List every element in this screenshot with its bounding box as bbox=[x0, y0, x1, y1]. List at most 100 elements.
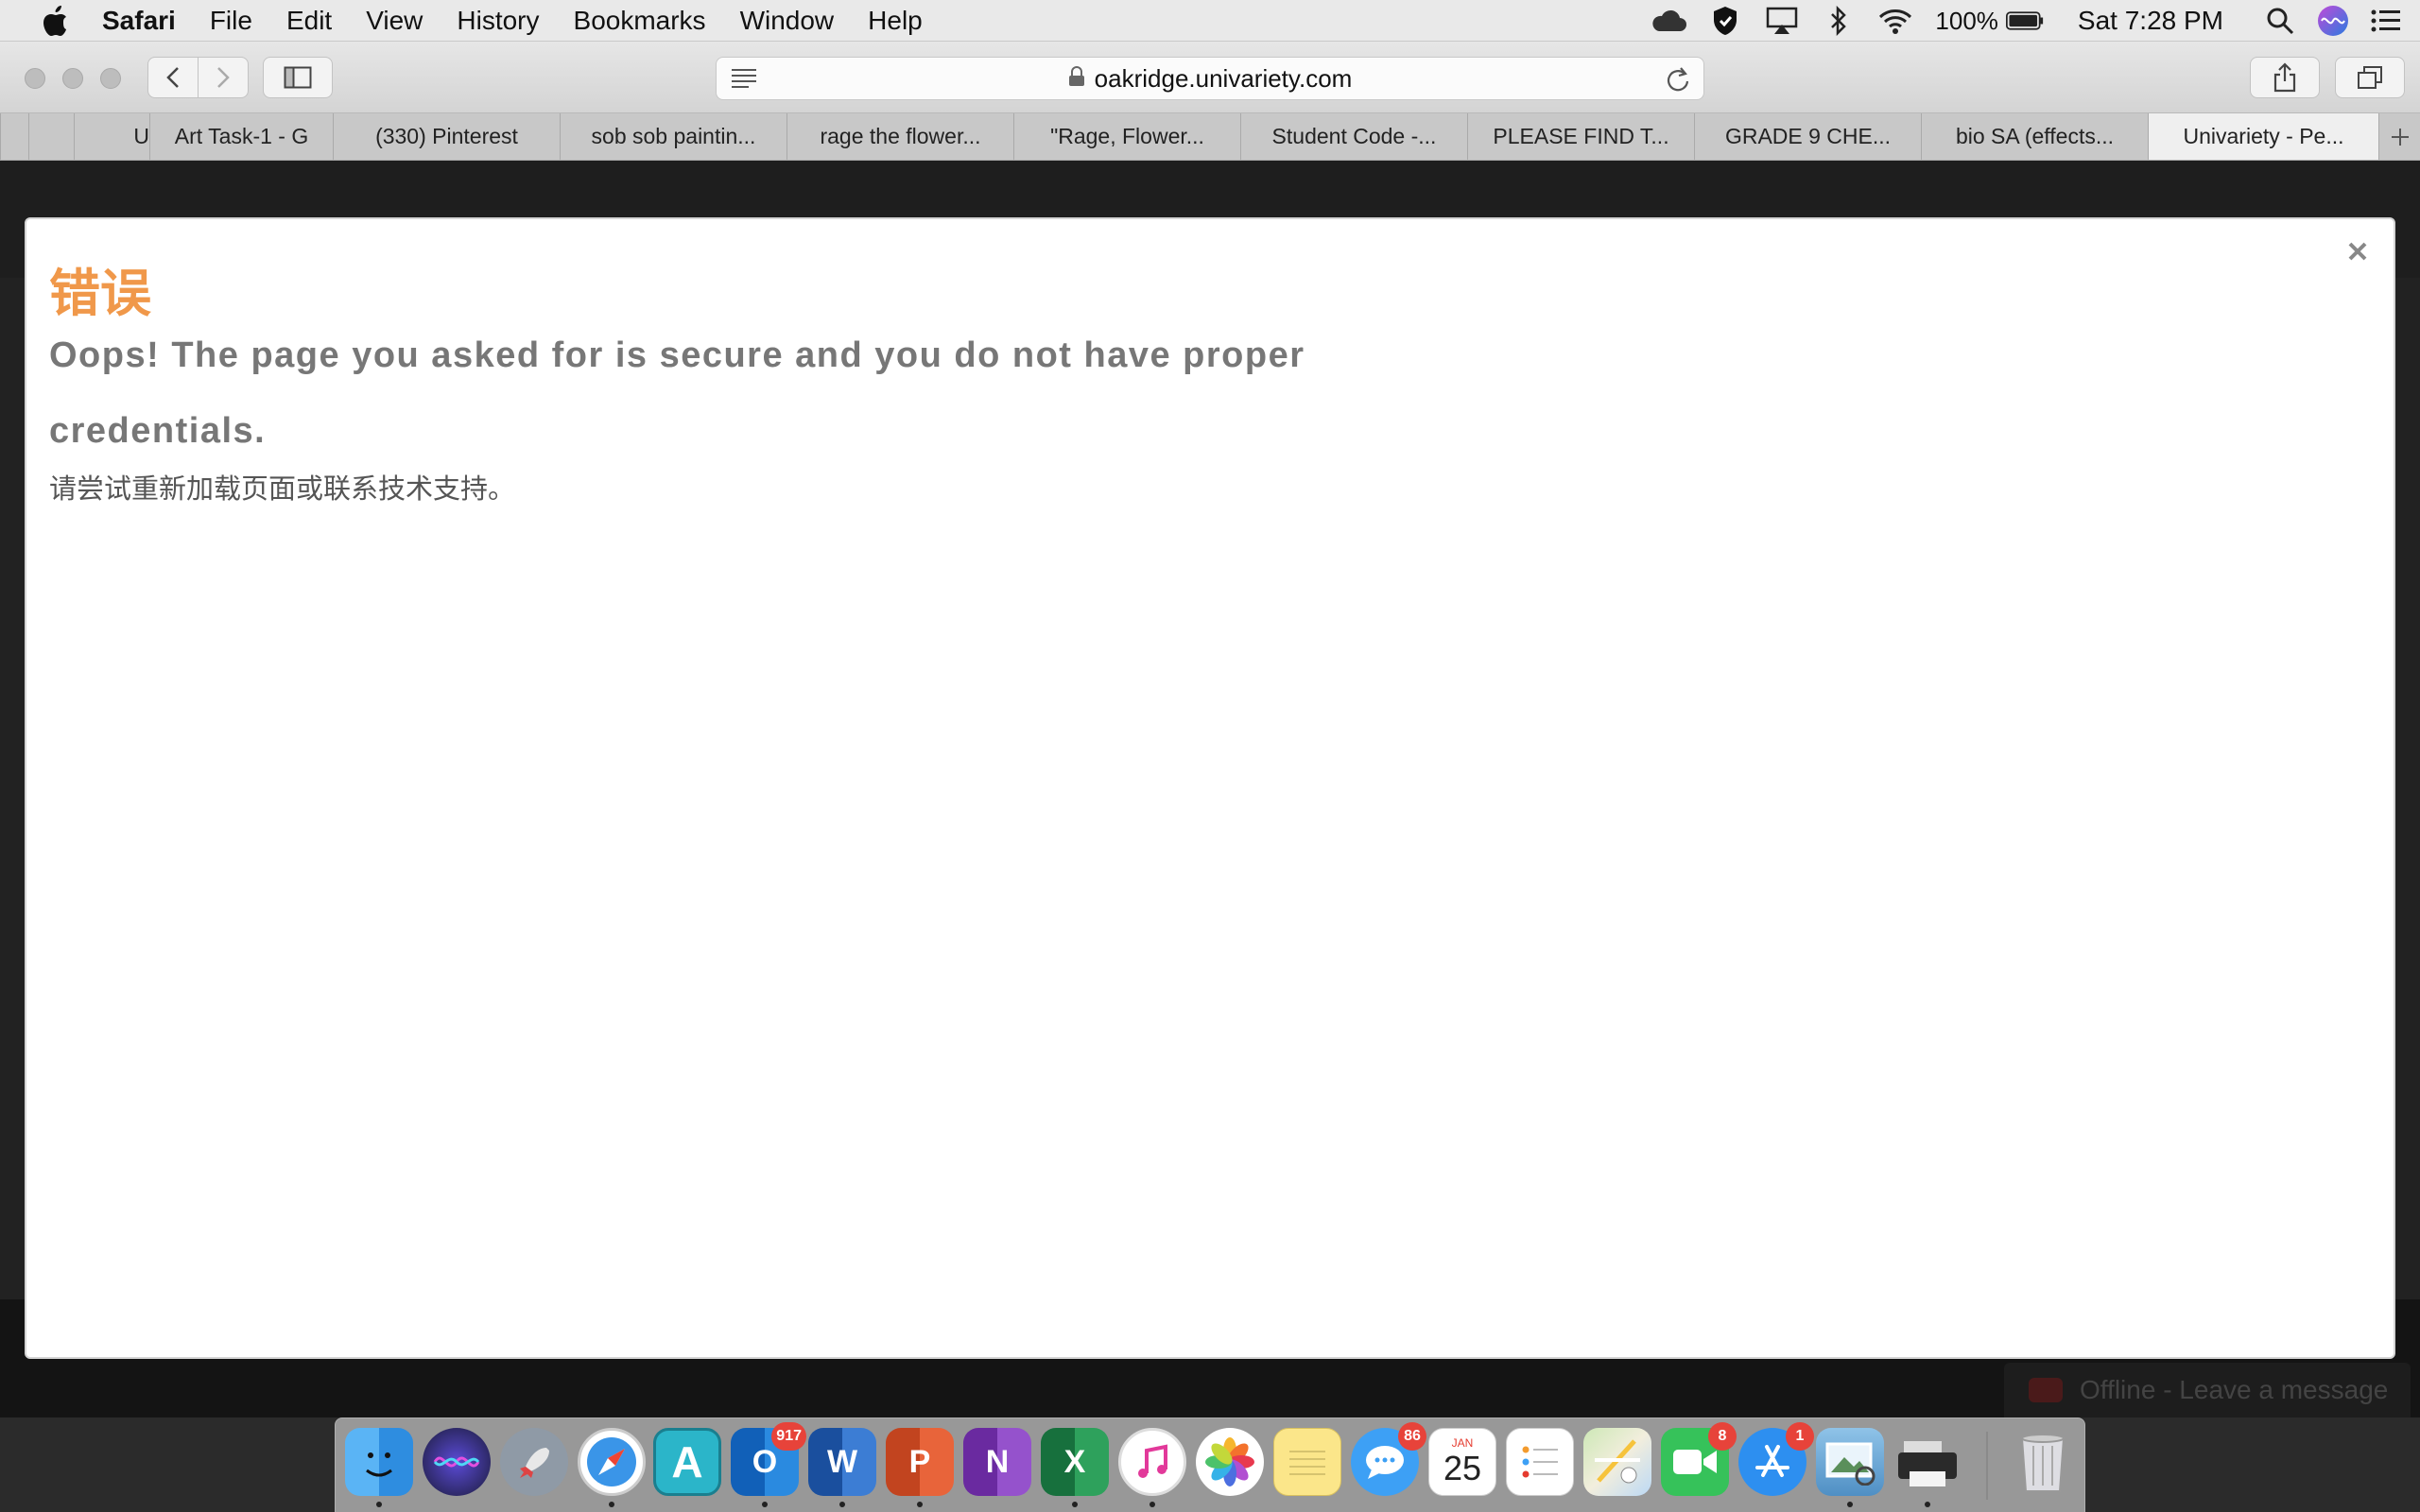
calendar-day: 25 bbox=[1443, 1449, 1482, 1487]
tab-label: PLEASE FIND T... bbox=[1493, 124, 1669, 148]
window-minimize-button[interactable] bbox=[62, 68, 83, 89]
tab-4[interactable]: rage the flower... bbox=[786, 113, 1013, 160]
menu-help[interactable]: Help bbox=[868, 6, 923, 36]
facetime-badge: 8 bbox=[1708, 1422, 1737, 1451]
url-display[interactable]: oakridge.univariety.com bbox=[717, 58, 1703, 99]
tab-5[interactable]: "Rage, Flower... bbox=[1013, 113, 1240, 160]
modal-message: Oops! The page you asked for is secure a… bbox=[49, 335, 1305, 451]
reminders-list-icon[interactable] bbox=[1506, 1428, 1574, 1496]
tab-10-active[interactable]: Univariety - Pe... bbox=[2148, 113, 2378, 160]
modal-hint: 请尝试重新加载页面或联系技术支持。 bbox=[49, 472, 516, 505]
lock-icon bbox=[1068, 64, 1085, 94]
window-zoom-button[interactable] bbox=[100, 68, 121, 89]
calendar-app-icon[interactable]: JAN 25 bbox=[1428, 1428, 1496, 1496]
safari-compass-icon[interactable] bbox=[578, 1428, 646, 1496]
bluetooth-icon[interactable] bbox=[1820, 2, 1858, 40]
menu-view[interactable]: View bbox=[366, 6, 423, 36]
word-letter: W bbox=[826, 1443, 858, 1480]
wifi-icon[interactable] bbox=[1876, 2, 1914, 40]
cloud-icon[interactable] bbox=[1650, 2, 1687, 40]
battery-percentage: 100% bbox=[1935, 6, 1998, 35]
app-store-icon[interactable]: 1 bbox=[1738, 1422, 1814, 1496]
browser-toolbar: oakridge.univariety.com bbox=[0, 42, 2420, 113]
onenote-letter: N bbox=[985, 1443, 1010, 1480]
menu-bookmarks[interactable]: Bookmarks bbox=[574, 6, 706, 36]
dock: A O 917 W P N X 86 JAN 25 8 1 bbox=[335, 1418, 2085, 1512]
tab-label: Art Task-1 - G bbox=[174, 124, 309, 148]
tab-label: bio SA (effects... bbox=[1955, 124, 2115, 148]
finder-icon[interactable] bbox=[345, 1428, 413, 1496]
back-button[interactable] bbox=[147, 57, 199, 98]
notification-center-icon[interactable] bbox=[2367, 2, 2405, 40]
tab-pinned[interactable] bbox=[0, 113, 28, 160]
itunes-music-icon[interactable] bbox=[1118, 1428, 1186, 1496]
onenote-app-icon[interactable]: N bbox=[963, 1428, 1031, 1496]
offline-chat-widget[interactable]: Offline - Leave a message bbox=[2004, 1363, 2411, 1418]
reload-icon[interactable] bbox=[1664, 66, 1690, 93]
tab-bar: U Art Task-1 - G (330) Pinterest sob sob… bbox=[0, 113, 2420, 161]
outlook-app-icon[interactable]: O 917 bbox=[731, 1422, 806, 1496]
menu-app-safari[interactable]: Safari bbox=[102, 6, 176, 36]
airplay-icon[interactable] bbox=[1763, 2, 1801, 40]
menu-file[interactable]: File bbox=[210, 6, 252, 36]
messages-unread-badge: 86 bbox=[1398, 1422, 1426, 1451]
menu-edit[interactable]: Edit bbox=[286, 6, 332, 36]
notes-app-icon[interactable] bbox=[1273, 1428, 1341, 1496]
excel-app-icon[interactable]: X bbox=[1041, 1428, 1109, 1496]
tab-label: "Rage, Flower... bbox=[1050, 124, 1204, 148]
show-all-tabs-button[interactable] bbox=[2335, 57, 2405, 98]
address-bar[interactable]: oakridge.univariety.com bbox=[716, 57, 1704, 100]
tab-2[interactable]: (330) Pinterest bbox=[333, 113, 560, 160]
menu-clock[interactable]: Sat 7:28 PM bbox=[2078, 6, 2223, 36]
running-indicator bbox=[609, 1502, 614, 1507]
forward-button[interactable] bbox=[198, 57, 249, 98]
menu-bar: Safari File Edit View History Bookmarks … bbox=[0, 0, 2420, 42]
tab-1[interactable]: Art Task-1 - G bbox=[149, 113, 333, 160]
dictionary-app-icon[interactable]: A bbox=[653, 1428, 721, 1496]
photos-flower-icon[interactable] bbox=[1196, 1428, 1264, 1496]
printer-icon[interactable] bbox=[1893, 1428, 1962, 1496]
url-text: oakridge.univariety.com bbox=[1094, 63, 1353, 93]
new-tab-plus-icon[interactable] bbox=[2378, 113, 2420, 160]
chat-label: Offline - Leave a message bbox=[2080, 1375, 2389, 1404]
powerpoint-letter: P bbox=[908, 1443, 931, 1480]
spotlight-search-icon[interactable] bbox=[2261, 2, 2299, 40]
tab-label: GRADE 9 CHE... bbox=[1724, 124, 1892, 148]
running-indicator bbox=[839, 1502, 845, 1507]
share-button[interactable] bbox=[2250, 57, 2320, 98]
preview-app-icon[interactable] bbox=[1816, 1428, 1884, 1496]
outlook-letter: O bbox=[752, 1443, 778, 1480]
shield-icon[interactable] bbox=[1706, 2, 1744, 40]
tab-6[interactable]: Student Code -... bbox=[1240, 113, 1467, 160]
dock-separator bbox=[1986, 1432, 1988, 1500]
tab-pinned-2[interactable] bbox=[28, 113, 74, 160]
trash-icon[interactable] bbox=[2009, 1428, 2077, 1496]
tab-0[interactable]: U bbox=[74, 113, 149, 160]
window-close-button[interactable] bbox=[25, 68, 45, 89]
excel-letter: X bbox=[1063, 1443, 1086, 1480]
tab-label: Student Code -... bbox=[1271, 124, 1437, 148]
messages-bubble-icon[interactable]: 86 bbox=[1351, 1422, 1426, 1496]
tab-9[interactable]: bio SA (effects... bbox=[1921, 113, 2148, 160]
tab-label: rage the flower... bbox=[820, 124, 981, 148]
tab-label: (330) Pinterest bbox=[375, 124, 518, 148]
running-indicator bbox=[1150, 1502, 1155, 1507]
sidebar-toggle-button[interactable] bbox=[263, 57, 333, 98]
calendar-month: JAN bbox=[1451, 1436, 1474, 1450]
word-app-icon[interactable]: W bbox=[808, 1428, 876, 1496]
tab-7[interactable]: PLEASE FIND T... bbox=[1467, 113, 1694, 160]
powerpoint-app-icon[interactable]: P bbox=[886, 1428, 954, 1496]
battery-icon[interactable] bbox=[2005, 2, 2044, 40]
siri-icon[interactable] bbox=[2314, 2, 2352, 40]
menu-window[interactable]: Window bbox=[740, 6, 835, 36]
siri-app-icon[interactable] bbox=[423, 1428, 491, 1496]
facetime-video-icon[interactable]: 8 bbox=[1661, 1422, 1737, 1496]
menu-history[interactable]: History bbox=[457, 6, 539, 36]
tab-8[interactable]: GRADE 9 CHE... bbox=[1694, 113, 1921, 160]
apple-menu-icon[interactable] bbox=[36, 2, 74, 40]
close-icon[interactable] bbox=[2339, 232, 2377, 270]
launchpad-rocket-icon[interactable] bbox=[500, 1428, 568, 1496]
tab-label: U bbox=[133, 124, 149, 148]
tab-3[interactable]: sob sob paintin... bbox=[560, 113, 786, 160]
maps-app-icon[interactable] bbox=[1583, 1428, 1651, 1496]
